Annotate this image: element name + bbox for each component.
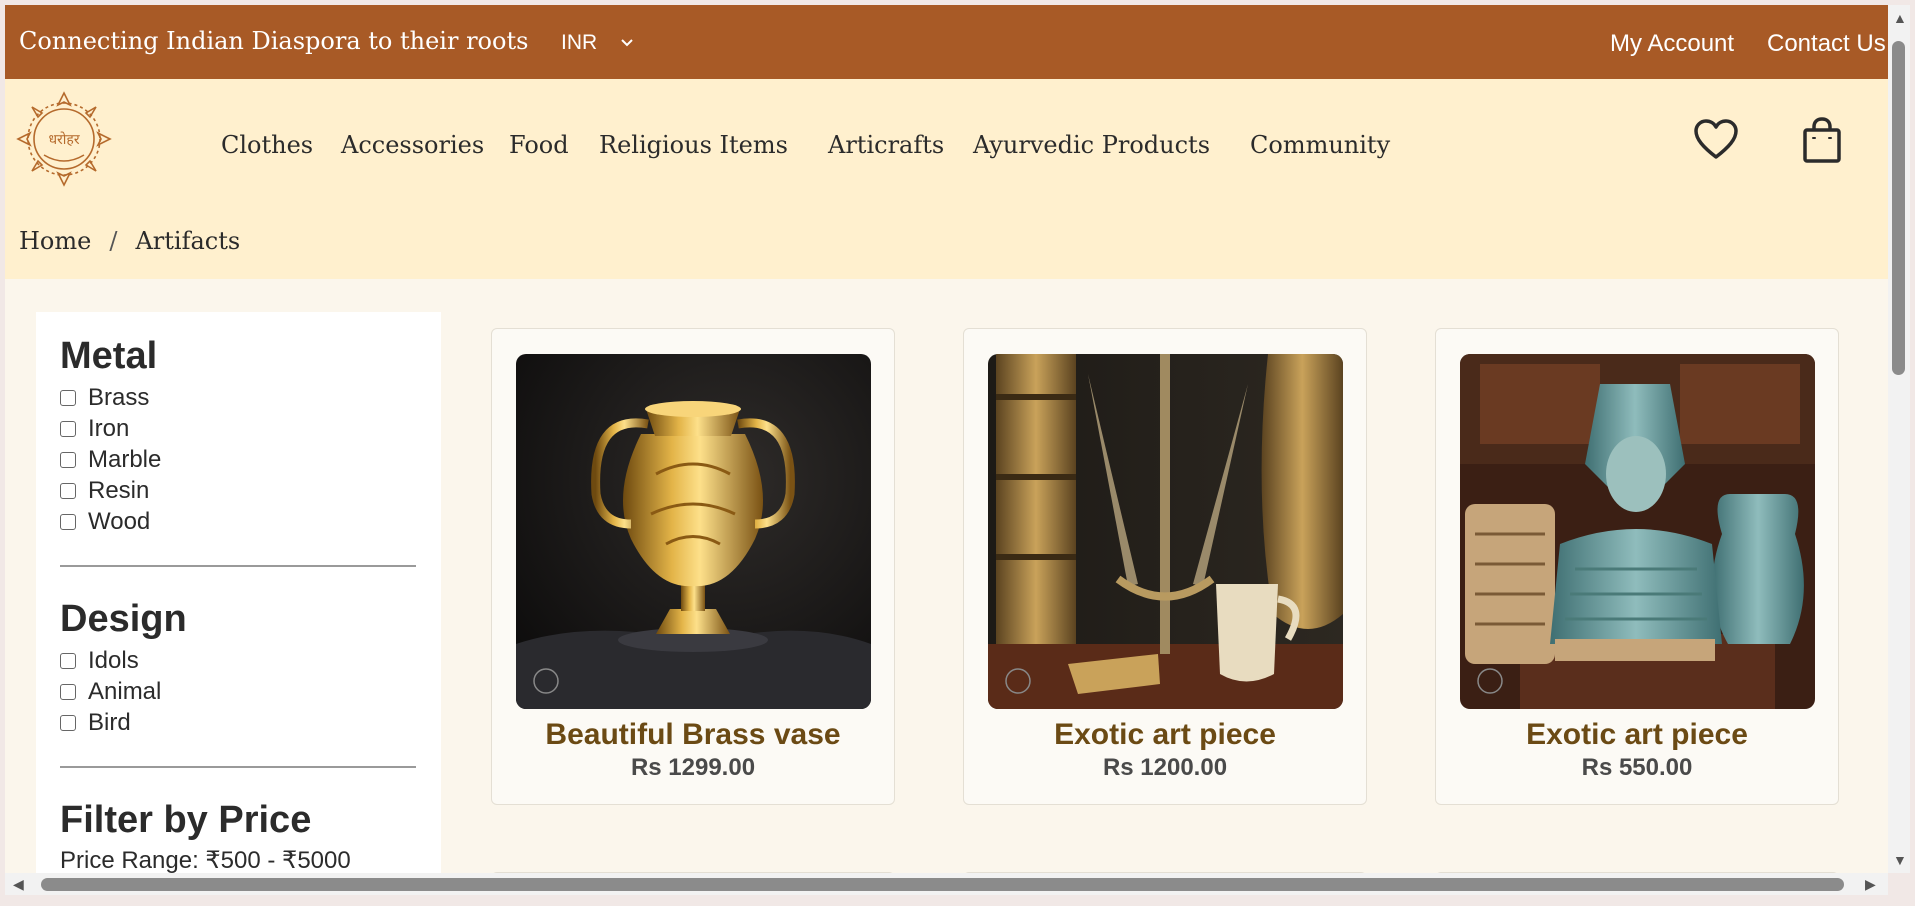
vertical-scroll-thumb[interactable]: [1892, 41, 1905, 375]
breadcrumb-home[interactable]: Home: [19, 227, 91, 255]
filter-option-marble[interactable]: Marble: [60, 444, 420, 475]
product-card[interactable]: Exotic art piece Rs 550.00: [1435, 328, 1839, 805]
browser-viewport: Connecting Indian Diaspora to their root…: [5, 5, 1888, 873]
checkbox[interactable]: [60, 482, 76, 499]
filter-design: Design Idols Animal Bird: [60, 597, 420, 738]
site-header: धरोहर Clothes Accessories Food Religious…: [5, 79, 1888, 279]
scroll-down-arrow-icon[interactable]: ▼: [1893, 853, 1907, 867]
filter-sidebar: Metal Brass Iron Marble Resin Wood Desig…: [36, 312, 441, 873]
horizontal-scrollbar[interactable]: ◀ ▶: [5, 873, 1888, 895]
scroll-left-arrow-icon[interactable]: ◀: [13, 877, 24, 891]
filter-design-title: Design: [60, 598, 187, 640]
checkbox[interactable]: [60, 451, 76, 468]
nav-food[interactable]: Food: [509, 131, 569, 159]
nav-articrafts[interactable]: Articrafts: [828, 131, 944, 159]
filter-divider: [60, 565, 416, 567]
scroll-up-arrow-icon[interactable]: ▲: [1893, 11, 1907, 25]
top-bar: Connecting Indian Diaspora to their root…: [5, 5, 1888, 79]
product-card[interactable]: Exotic art piece Rs 1200.00: [963, 328, 1367, 805]
currency-selector[interactable]: INR: [561, 31, 635, 55]
vertical-scrollbar[interactable]: ▲ ▼: [1888, 5, 1910, 873]
product-name[interactable]: Beautiful Brass vase: [492, 718, 894, 752]
nav-accessories[interactable]: Accessories: [341, 131, 484, 159]
horizontal-scroll-thumb[interactable]: [41, 878, 1844, 891]
shopping-bag-icon[interactable]: [1802, 117, 1842, 163]
filter-metal: Metal Brass Iron Marble Resin Wood: [60, 334, 420, 537]
nav-ayurvedic-products[interactable]: Ayurvedic Products: [973, 131, 1210, 159]
filter-option-bird[interactable]: Bird: [60, 707, 420, 738]
filter-option-brass[interactable]: Brass: [60, 382, 420, 413]
product-image-exotic-art: [988, 354, 1343, 709]
heart-icon[interactable]: [1693, 119, 1739, 161]
svg-text:धरोहर: धरोहर: [48, 131, 79, 148]
nav-community[interactable]: Community: [1250, 131, 1390, 159]
site-logo[interactable]: धरोहर: [14, 89, 114, 189]
filter-option-resin[interactable]: Resin: [60, 475, 420, 506]
site-tagline: Connecting Indian Diaspora to their root…: [19, 27, 529, 55]
chevron-down-icon: [621, 39, 633, 47]
product-image-brass-vase: [516, 354, 871, 709]
checkbox[interactable]: [60, 683, 76, 700]
product-name[interactable]: Exotic art piece: [964, 718, 1366, 752]
product-price: Rs 550.00: [1581, 754, 1693, 781]
scroll-right-arrow-icon[interactable]: ▶: [1865, 877, 1876, 891]
nav-religious-items[interactable]: Religious Items: [599, 131, 788, 159]
product-price: Rs 1299.00: [630, 754, 756, 781]
product-price: Rs 1200.00: [1102, 754, 1228, 781]
checkbox[interactable]: [60, 389, 76, 406]
checkbox[interactable]: [60, 513, 76, 530]
checkbox[interactable]: [60, 652, 76, 669]
product-image-pharaoh-bust: [1460, 354, 1815, 709]
filter-price-title: Filter by Price: [60, 799, 312, 841]
checkbox[interactable]: [60, 714, 76, 731]
breadcrumb-separator: /: [109, 227, 118, 255]
nav-clothes[interactable]: Clothes: [221, 131, 313, 159]
filter-option-wood[interactable]: Wood: [60, 506, 420, 537]
filter-price: Filter by Price Price Range: ₹500 - ₹500…: [60, 798, 420, 873]
filter-option-iron[interactable]: Iron: [60, 413, 420, 444]
currency-value: INR: [561, 31, 598, 54]
breadcrumb-current: Artifacts: [135, 227, 241, 255]
my-account-link[interactable]: My Account: [1610, 30, 1734, 58]
checkbox[interactable]: [60, 420, 76, 437]
price-range-label: Price Range: ₹500 - ₹5000: [60, 847, 351, 873]
filter-option-animal[interactable]: Animal: [60, 676, 420, 707]
product-card[interactable]: Beautiful Brass vase Rs 1299.00: [491, 328, 895, 805]
filter-metal-title: Metal: [60, 335, 158, 377]
filter-option-idols[interactable]: Idols: [60, 645, 420, 676]
filter-divider: [60, 766, 416, 768]
product-name[interactable]: Exotic art piece: [1436, 718, 1838, 752]
breadcrumb: Home / Artifacts: [19, 227, 240, 255]
contact-us-link[interactable]: Contact Us: [1767, 30, 1886, 58]
main-content: Metal Brass Iron Marble Resin Wood Desig…: [5, 279, 1888, 873]
